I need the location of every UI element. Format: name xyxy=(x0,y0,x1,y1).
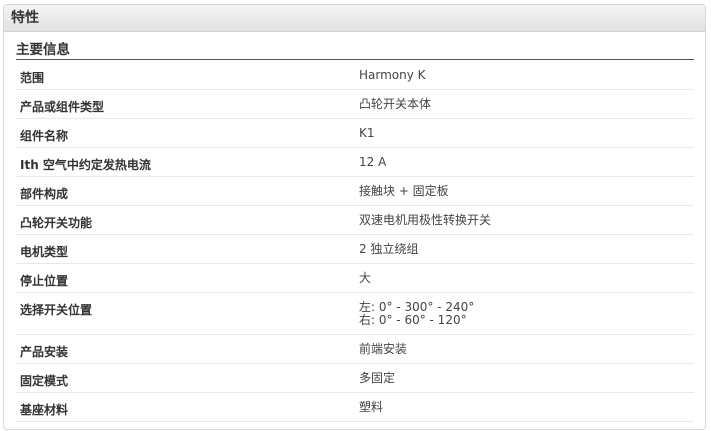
row-label: 选择开关位置 xyxy=(20,303,93,317)
row-value: 大 xyxy=(359,271,372,285)
row-value: K1 xyxy=(359,126,375,140)
row-label: 基座材料 xyxy=(20,403,69,417)
section-title: 主要信息 xyxy=(16,39,694,60)
table-row: 范围 Harmony K xyxy=(16,61,694,90)
row-label: 停止位置 xyxy=(20,274,69,288)
row-value: 双速电机用极性转换开关 xyxy=(359,213,492,227)
row-label: 凸轮开关功能 xyxy=(20,216,93,230)
row-label: 产品安装 xyxy=(20,345,69,359)
row-label: 范围 xyxy=(20,71,45,85)
row-value: 多固定 xyxy=(359,371,396,385)
row-label: 组件名称 xyxy=(20,129,69,143)
main-info-section: 主要信息 范围 Harmony K 产品或组件类型 凸轮开关本体 组件名称 K1… xyxy=(16,39,694,422)
characteristics-panel: 特性 主要信息 范围 Harmony K 产品或组件类型 凸轮开关本体 组件名称… xyxy=(3,4,706,430)
row-label: 电机类型 xyxy=(20,245,69,259)
row-label: 产品或组件类型 xyxy=(20,100,105,114)
table-row: 组件名称 K1 xyxy=(16,119,694,148)
row-value-line-2: 右: 0° - 60° - 120° xyxy=(359,313,467,327)
row-label: 固定模式 xyxy=(20,374,69,388)
table-row: 电机类型 2 独立绕组 xyxy=(16,235,694,264)
row-value: 2 独立绕组 xyxy=(359,242,419,256)
table-row: 产品安装 前端安装 xyxy=(16,335,694,364)
spec-table: 范围 Harmony K 产品或组件类型 凸轮开关本体 组件名称 K1 Ith … xyxy=(16,61,694,422)
row-value: 接触块 + 固定板 xyxy=(359,184,449,198)
table-row: 基座材料 塑料 xyxy=(16,393,694,422)
row-value: 前端安装 xyxy=(359,342,408,356)
table-row: Ith 空气中约定发热电流 12 A xyxy=(16,148,694,177)
row-label: 部件构成 xyxy=(20,187,69,201)
table-row: 固定模式 多固定 xyxy=(16,364,694,393)
table-row: 凸轮开关功能 双速电机用极性转换开关 xyxy=(16,206,694,235)
row-value: 凸轮开关本体 xyxy=(359,97,432,111)
table-row: 选择开关位置 左: 0° - 300° - 240° 右: 0° - 60° -… xyxy=(16,293,694,335)
row-value: Harmony K xyxy=(359,68,426,82)
row-value: 塑料 xyxy=(359,400,384,414)
row-value: 12 A xyxy=(359,155,387,169)
table-row: 部件构成 接触块 + 固定板 xyxy=(16,177,694,206)
table-row: 停止位置 大 xyxy=(16,264,694,293)
row-label: Ith 空气中约定发热电流 xyxy=(20,158,151,172)
panel-title: 特性 xyxy=(4,5,705,32)
table-row: 产品或组件类型 凸轮开关本体 xyxy=(16,90,694,119)
row-value: 左: 0° - 300° - 240° 右: 0° - 60° - 120° xyxy=(359,293,694,334)
